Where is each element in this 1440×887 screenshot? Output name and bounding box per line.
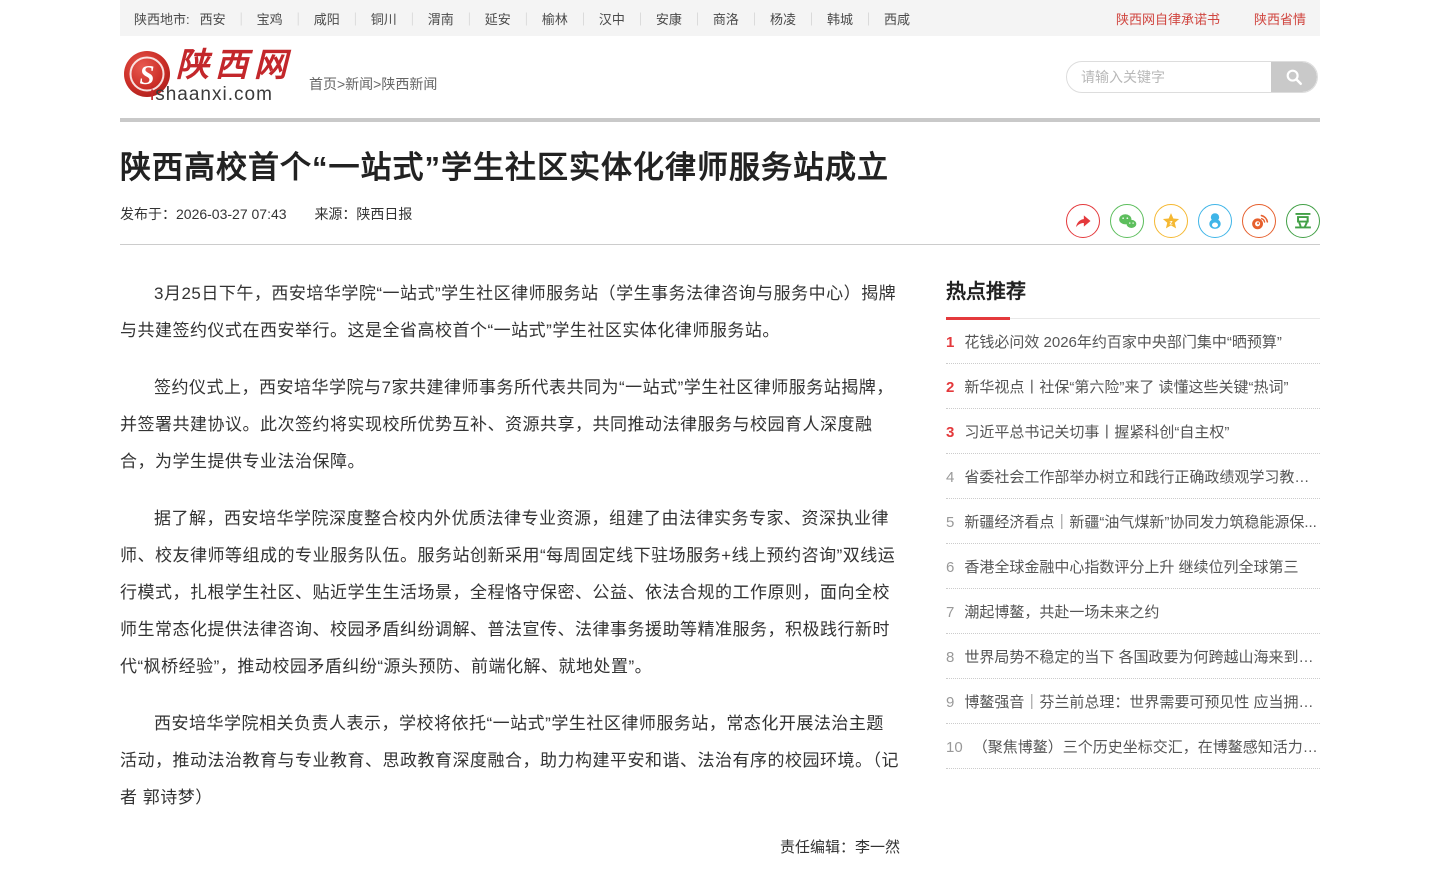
hot-item-text: 省委社会工作部举办树立和践行正确政绩观学习教育读... bbox=[964, 466, 1320, 487]
rank-number: 7 bbox=[946, 604, 954, 621]
hot-item-text: 世界局势不稳定的当下 各国政要为何跨越山海来到博鳌... bbox=[964, 646, 1320, 667]
editor-credit: 责任编辑：李一然 bbox=[120, 836, 900, 857]
city-link-ankang[interactable]: 安康 bbox=[656, 9, 682, 28]
hot-list-item[interactable]: 6 香港全球金融中心指数评分上升 继续位列全球第三 bbox=[946, 544, 1320, 589]
separator: ｜ bbox=[520, 9, 533, 28]
hot-item-text: 习近平总书记关切事丨握紧科创“自主权” bbox=[964, 421, 1229, 442]
qq-penguin-icon bbox=[1205, 211, 1225, 231]
article-paragraph: 3月25日下午，西安培华学院“一站式”学生社区律师服务站（学生事务法律咨询与服务… bbox=[120, 275, 900, 349]
publish-time: 发布于：2026-03-27 07:43 bbox=[120, 206, 287, 222]
site-header: S 陕西网 ishaanxi.com 首页>新闻>陕西新闻 bbox=[120, 36, 1320, 118]
city-link-xian[interactable]: 西安 bbox=[200, 9, 226, 28]
article-head: 陕西高校首个“一站式”学生社区实体化律师服务站成立 发布于：2026-03-27… bbox=[120, 122, 1320, 238]
article-paragraph: 签约仪式上，西安培华学院与7家共建律师事务所代表共同为“一站式”学生社区律师服务… bbox=[120, 369, 900, 480]
city-link-hanzhong[interactable]: 汉中 bbox=[599, 9, 625, 28]
rank-number: 4 bbox=[946, 469, 954, 486]
hot-item-text: 香港全球金融中心指数评分上升 继续位列全球第三 bbox=[964, 556, 1298, 577]
hot-recommend-sidebar: 热点推荐 1 花钱必问效 2026年约百家中央部门集中“晒预算” 2 新华视点丨… bbox=[946, 275, 1320, 857]
separator: ｜ bbox=[349, 9, 362, 28]
city-link-yangling[interactable]: 杨凌 bbox=[770, 9, 796, 28]
hot-list-item[interactable]: 9 博鳌强音｜芬兰前总理：世界需要可预见性 应当拥有共... bbox=[946, 679, 1320, 724]
weibo-icon[interactable] bbox=[1242, 204, 1276, 238]
city-link-yulin[interactable]: 榆林 bbox=[542, 9, 568, 28]
hot-item-text: 博鳌强音｜芬兰前总理：世界需要可预见性 应当拥有共... bbox=[964, 691, 1320, 712]
breadcrumb[interactable]: 首页>新闻>陕西新闻 bbox=[309, 74, 437, 94]
hot-list-item[interactable]: 2 新华视点丨社保“第六险”来了 读懂这些关键“热词” bbox=[946, 364, 1320, 409]
share-arrow-icon bbox=[1073, 211, 1093, 231]
search-box bbox=[1066, 61, 1318, 93]
hot-item-text: 潮起博鳌，共赴一场未来之约 bbox=[964, 601, 1159, 622]
city-link-hancheng[interactable]: 韩城 bbox=[827, 9, 853, 28]
hot-item-text: 新华视点丨社保“第六险”来了 读懂这些关键“热词” bbox=[964, 376, 1288, 397]
rank-number: 3 bbox=[946, 424, 954, 441]
rank-number: 8 bbox=[946, 649, 954, 666]
hot-list-item[interactable]: 4 省委社会工作部举办树立和践行正确政绩观学习教育读... bbox=[946, 454, 1320, 499]
main-content: 3月25日下午，西安培华学院“一站式”学生社区律师服务站（学生事务法律咨询与服务… bbox=[120, 245, 1320, 887]
article-paragraph: 据了解，西安培华学院深度整合校内外优质法律专业资源，组建了由法律实务专家、资深执… bbox=[120, 500, 900, 685]
city-link-yanan[interactable]: 延安 bbox=[485, 9, 511, 28]
city-link-xianyang[interactable]: 咸阳 bbox=[314, 9, 340, 28]
wechat-icon[interactable] bbox=[1110, 204, 1144, 238]
share-icon[interactable] bbox=[1066, 204, 1100, 238]
page-container: 陕西地市: 西安 ｜ 宝鸡 ｜ 咸阳 ｜ 铜川 ｜ 渭南 ｜ 延安 ｜ 榆林 ｜… bbox=[120, 0, 1320, 887]
page-title: 陕西高校首个“一站式”学生社区实体化律师服务站成立 bbox=[120, 148, 1320, 188]
article-paragraph: 西安培华学院相关负责人表示，学校将依托“一站式”学生社区律师服务站，常态化开展法… bbox=[120, 705, 900, 816]
separator: ｜ bbox=[862, 9, 875, 28]
search-button[interactable] bbox=[1271, 62, 1317, 92]
douban-icon[interactable]: 豆 bbox=[1286, 204, 1320, 238]
rank-number: 2 bbox=[946, 379, 954, 396]
hot-list-item[interactable]: 10 （聚焦博鳌）三个历史坐标交汇，在博鳌感知活力中国 bbox=[946, 724, 1320, 769]
self-discipline-pledge-link[interactable]: 陕西网自律承诺书 bbox=[1116, 9, 1220, 28]
hot-list-item[interactable]: 8 世界局势不稳定的当下 各国政要为何跨越山海来到博鳌... bbox=[946, 634, 1320, 679]
hot-list-item[interactable]: 5 新疆经济看点｜新疆“油气煤新”协同发力筑稳能源保... bbox=[946, 499, 1320, 544]
city-link-baoji[interactable]: 宝鸡 bbox=[257, 9, 283, 28]
city-link-weinan[interactable]: 渭南 bbox=[428, 9, 454, 28]
article-meta: 发布于：2026-03-27 07:43 来源：陕西日报 bbox=[120, 204, 436, 238]
hot-item-text: 新疆经济看点｜新疆“油气煤新”协同发力筑稳能源保... bbox=[964, 511, 1317, 532]
qzone-icon[interactable]: z bbox=[1154, 204, 1188, 238]
hot-item-text: 花钱必问效 2026年约百家中央部门集中“晒预算” bbox=[964, 331, 1282, 352]
douban-glyph: 豆 bbox=[1295, 213, 1312, 230]
separator: ｜ bbox=[463, 9, 476, 28]
region-label: 陕西地市: bbox=[134, 9, 190, 28]
city-link-xixian[interactable]: 西咸 bbox=[884, 9, 910, 28]
hot-list: 1 花钱必问效 2026年约百家中央部门集中“晒预算” 2 新华视点丨社保“第六… bbox=[946, 319, 1320, 769]
separator: ｜ bbox=[805, 9, 818, 28]
search-input[interactable] bbox=[1067, 62, 1271, 92]
sidebar-title: 热点推荐 bbox=[946, 275, 1320, 319]
separator: ｜ bbox=[235, 9, 248, 28]
province-overview-link[interactable]: 陕西省情 bbox=[1254, 9, 1306, 28]
rank-number: 1 bbox=[946, 334, 954, 351]
rank-number: 6 bbox=[946, 559, 954, 576]
hot-list-item[interactable]: 1 花钱必问效 2026年约百家中央部门集中“晒预算” bbox=[946, 319, 1320, 364]
separator: ｜ bbox=[292, 9, 305, 28]
rank-number: 9 bbox=[946, 694, 954, 711]
qzone-star-icon: z bbox=[1161, 211, 1181, 231]
search-icon bbox=[1285, 68, 1303, 86]
city-link-tongchuan[interactable]: 铜川 bbox=[371, 9, 397, 28]
rank-number: 5 bbox=[946, 514, 954, 531]
article-meta-row: 发布于：2026-03-27 07:43 来源：陕西日报 bbox=[120, 204, 1320, 238]
separator: ｜ bbox=[691, 9, 704, 28]
qq-icon[interactable] bbox=[1198, 204, 1232, 238]
rank-number: 10 bbox=[946, 739, 963, 756]
topbar: 陕西地市: 西安 ｜ 宝鸡 ｜ 咸阳 ｜ 铜川 ｜ 渭南 ｜ 延安 ｜ 榆林 ｜… bbox=[120, 0, 1320, 36]
separator: ｜ bbox=[577, 9, 590, 28]
weibo-eye-icon bbox=[1249, 211, 1270, 232]
separator: ｜ bbox=[406, 9, 419, 28]
logo-sitename: 陕西网 bbox=[176, 49, 293, 83]
share-bar: z bbox=[1066, 204, 1320, 238]
hot-list-item[interactable]: 7 潮起博鳌，共赴一场未来之约 bbox=[946, 589, 1320, 634]
logo-domain: ishaanxi.com bbox=[150, 84, 293, 106]
city-link-shangluo[interactable]: 商洛 bbox=[713, 9, 739, 28]
separator: ｜ bbox=[634, 9, 647, 28]
article-body: 3月25日下午，西安培华学院“一站式”学生社区律师服务站（学生事务法律咨询与服务… bbox=[120, 275, 900, 857]
hot-list-item[interactable]: 3 习近平总书记关切事丨握紧科创“自主权” bbox=[946, 409, 1320, 454]
hot-item-text: （聚焦博鳌）三个历史坐标交汇，在博鳌感知活力中国 bbox=[973, 736, 1320, 757]
wechat-bubbles-icon bbox=[1117, 211, 1138, 232]
site-logo[interactable]: S 陕西网 ishaanxi.com bbox=[122, 49, 293, 106]
article-source: 来源：陕西日报 bbox=[314, 206, 412, 222]
separator: ｜ bbox=[748, 9, 761, 28]
